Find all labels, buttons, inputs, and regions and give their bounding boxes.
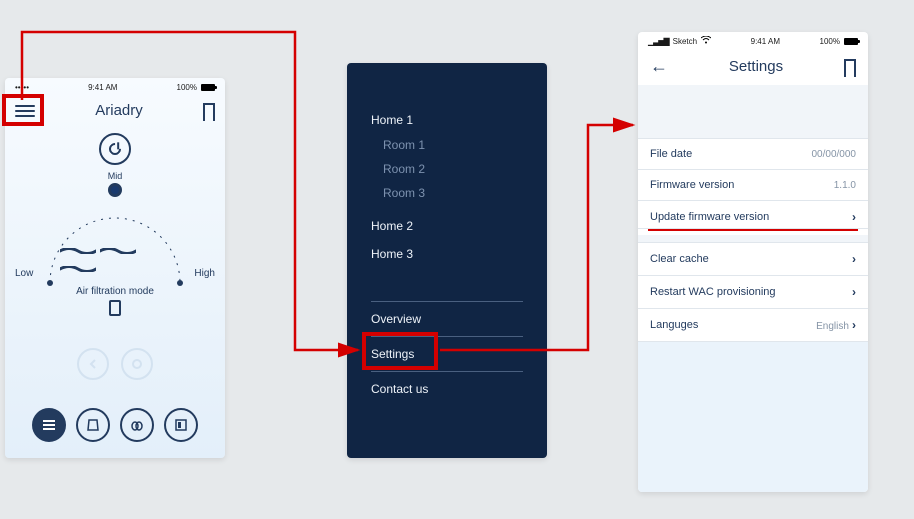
menu-room-1[interactable]: Room 1 xyxy=(383,133,523,157)
file-date-value: 00/00/000 xyxy=(812,149,857,160)
status-time: 9:41 AM xyxy=(88,83,117,92)
battery-icon xyxy=(201,84,215,91)
highlight-underline xyxy=(648,229,858,231)
menu-contact[interactable]: Contact us xyxy=(371,372,523,406)
firmware-value: 1.1.0 xyxy=(834,180,856,191)
status-carrier: Sketch xyxy=(673,37,697,46)
bookmark-icon[interactable] xyxy=(203,103,215,119)
menu-home-2[interactable]: Home 2 xyxy=(371,219,523,233)
ghost-right-button[interactable] xyxy=(121,348,153,380)
chevron-right-icon: › xyxy=(852,252,856,266)
menu-home-1[interactable]: Home 1 xyxy=(371,113,523,127)
bottom-button-2[interactable] xyxy=(76,408,110,442)
chevron-right-icon: › xyxy=(852,318,856,332)
power-button[interactable] xyxy=(99,133,131,165)
mode-label: Air filtration mode xyxy=(5,286,225,297)
status-battery-3: 100% xyxy=(820,37,840,46)
menu-settings[interactable]: Settings xyxy=(371,337,523,371)
wifi-icon xyxy=(701,36,711,46)
mode-icon[interactable] xyxy=(109,300,121,316)
dial-label: Mid xyxy=(108,171,123,181)
menu-overview[interactable]: Overview xyxy=(371,302,523,336)
app-title: Ariadry xyxy=(95,102,143,119)
update-firmware-label: Update firmware version xyxy=(650,211,769,223)
status-time-3: 9:41 AM xyxy=(751,37,780,46)
row-restart-wac[interactable]: Restart WAC provisioning › xyxy=(638,276,868,309)
menu-home-3[interactable]: Home 3 xyxy=(371,247,523,261)
bottom-button-4[interactable] xyxy=(164,408,198,442)
row-file-date: File date 00/00/000 xyxy=(638,139,868,170)
status-bar-3: ▁▃▅▇ Sketch 9:41 AM 100% xyxy=(638,32,868,50)
status-battery: 100% xyxy=(177,83,197,92)
settings-screen: ▁▃▅▇ Sketch 9:41 AM 100% ← Settings File… xyxy=(638,32,868,492)
languages-value: English xyxy=(816,321,849,332)
row-languages[interactable]: Languges English › xyxy=(638,309,868,342)
bookmark-icon-3[interactable] xyxy=(844,59,856,75)
chevron-right-icon: › xyxy=(852,285,856,299)
main-control-screen: ••••• 9:41 AM 100% Ariadry Mid Low High xyxy=(5,78,225,458)
bottom-button-3[interactable] xyxy=(120,408,154,442)
languages-label: Languges xyxy=(650,319,698,331)
back-button[interactable]: ← xyxy=(650,56,668,77)
chevron-right-icon: › xyxy=(852,210,856,224)
high-label: High xyxy=(194,268,215,279)
airflow-icon xyxy=(60,241,170,277)
battery-icon-3 xyxy=(844,38,858,45)
clear-cache-label: Clear cache xyxy=(650,253,709,265)
ghost-left-button[interactable] xyxy=(77,348,109,380)
hamburger-icon[interactable] xyxy=(15,105,35,117)
restart-wac-label: Restart WAC provisioning xyxy=(650,286,776,298)
row-firmware: Firmware version 1.1.0 xyxy=(638,170,868,201)
row-clear-cache[interactable]: Clear cache › xyxy=(638,243,868,276)
low-label: Low xyxy=(15,268,33,279)
menu-room-3[interactable]: Room 3 xyxy=(383,181,523,205)
firmware-label: Firmware version xyxy=(650,179,734,191)
settings-title: Settings xyxy=(729,58,783,75)
sidebar-menu-screen: Home 1 Room 1 Room 2 Room 3 Home 2 Home … xyxy=(347,63,547,458)
status-bar: ••••• 9:41 AM 100% xyxy=(5,78,225,96)
row-update-firmware[interactable]: Update firmware version › xyxy=(638,201,868,229)
bottom-button-1[interactable] xyxy=(32,408,66,442)
menu-room-2[interactable]: Room 2 xyxy=(383,157,523,181)
file-date-label: File date xyxy=(650,148,692,160)
dial-selector[interactable] xyxy=(108,183,122,197)
